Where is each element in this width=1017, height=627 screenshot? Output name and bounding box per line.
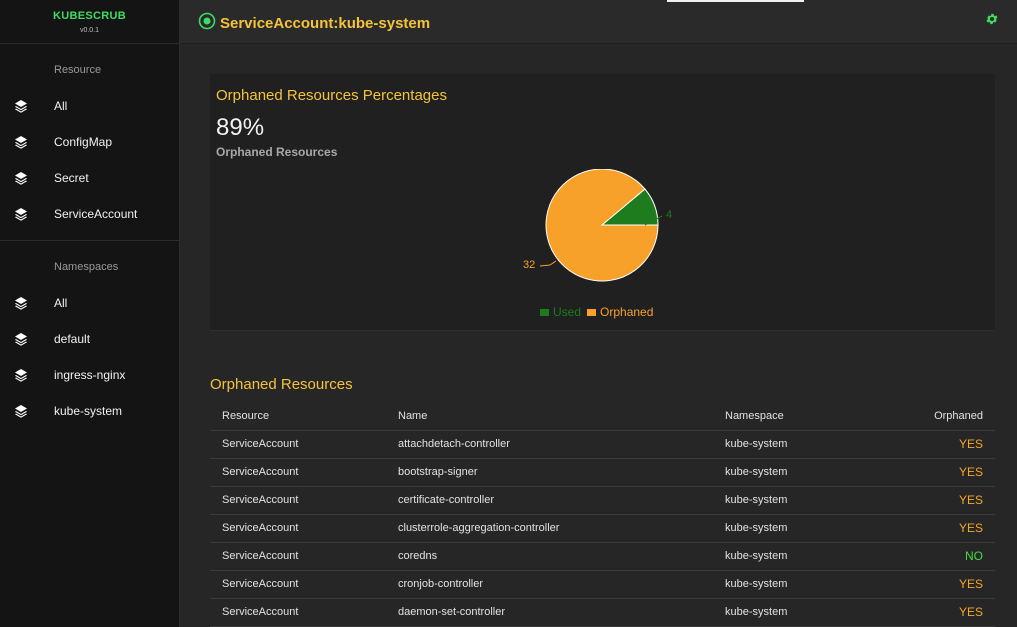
orphaned-cell: YES — [893, 458, 995, 487]
layers-icon — [0, 368, 54, 382]
resource-cell: ServiceAccount — [210, 430, 386, 459]
summary-subtitle: Orphaned Resources — [216, 145, 338, 159]
legend-label-orphaned: Orphaned — [600, 305, 654, 319]
app-root: KUBESCRUB v0.0.1 Resource All ConfigMap — [0, 0, 1017, 627]
sidebar: KUBESCRUB v0.0.1 Resource All ConfigMap — [0, 0, 180, 627]
name-cell: attachdetach-controller — [386, 430, 713, 459]
name-cell: clusterrole-aggregation-controller — [386, 514, 713, 543]
table-row[interactable]: ServiceAccount certificate-controller kube… — [210, 486, 995, 515]
orphaned-cell: NO — [893, 542, 995, 571]
sidebar-item-kube-system[interactable]: kube-system — [0, 393, 179, 429]
sidebar-item-default[interactable]: default — [0, 321, 179, 357]
summary-title: Orphaned Resources Percentages — [216, 87, 447, 104]
name-cell: bootstrap-signer — [386, 458, 713, 487]
legend-swatch-orphaned — [587, 308, 597, 316]
table-row[interactable]: ServiceAccount daemon-set-controller kube-… — [210, 598, 995, 627]
namespace-cell: kube-system — [713, 486, 893, 515]
table-title: Orphaned Resources — [210, 376, 353, 393]
table-header-row: Resource Name Namespace Orphaned — [210, 402, 995, 431]
name-cell: cronjob-controller — [386, 570, 713, 599]
sidebar-item-label: Secret — [54, 171, 89, 185]
sidebar-item-label: All — [54, 99, 68, 113]
namespace-cell: kube-system — [713, 542, 893, 571]
name-cell: coredns — [386, 542, 713, 571]
table-row[interactable]: ServiceAccount coredns kube-system NO — [210, 542, 995, 571]
layers-icon — [0, 171, 54, 185]
orphaned-cell: YES — [893, 598, 995, 627]
namespace-cell: kube-system — [713, 458, 893, 487]
layers-icon — [0, 207, 54, 221]
legend-orphaned[interactable]: Orphaned — [587, 305, 653, 319]
resource-cell: ServiceAccount — [210, 486, 386, 515]
resource-section: Resource All ConfigMap Secret ServiceAcc… — [0, 44, 179, 241]
orphaned-cell: YES — [893, 486, 995, 515]
sidebar-item-label: kube-system — [54, 404, 123, 418]
resource-heading: Resource — [54, 64, 102, 76]
orphaned-resources-table: Resource Name Namespace Orphaned Service… — [210, 402, 995, 627]
page-title: ServiceAccount:kube-system — [220, 15, 431, 32]
sidebar-item-secret[interactable]: Secret — [0, 160, 179, 196]
legend-swatch-used — [540, 308, 549, 316]
name-cell: certificate-controller — [386, 486, 713, 515]
sidebar-item-namespace-all[interactable]: All — [0, 285, 179, 321]
name-cell: daemon-set-controller — [386, 598, 713, 627]
column-header-namespace[interactable]: Namespace — [713, 402, 893, 431]
sidebar-item-serviceaccount[interactable]: ServiceAccount — [0, 196, 179, 232]
orphaned-percentage: 89% — [216, 114, 265, 141]
table-row[interactable]: ServiceAccount clusterrole-aggregation-co… — [210, 514, 995, 543]
chart-legend: Used Orphaned — [540, 305, 659, 319]
orphaned-cell: YES — [893, 430, 995, 459]
used-data-label: 4 — [666, 209, 672, 221]
sidebar-item-ingress-nginx[interactable]: ingress-nginx — [0, 357, 179, 393]
gear-icon[interactable] — [985, 12, 999, 31]
namespace-cell: kube-system — [713, 598, 893, 627]
layers-icon — [0, 99, 54, 113]
namespace-heading: Namespaces — [54, 261, 119, 273]
sidebar-item-label: All — [54, 296, 68, 310]
brand-name: KUBESCRUB — [53, 10, 126, 22]
column-header-orphaned[interactable]: Orphaned — [893, 402, 995, 431]
main-content: Orphaned Resources Percentages 89% Orpha… — [180, 44, 1017, 627]
legend-label-used: Used — [553, 305, 582, 319]
header: ServiceAccount:kube-system — [180, 0, 1017, 44]
resource-cell: ServiceAccount — [210, 542, 386, 571]
orphaned-cell: YES — [893, 514, 995, 543]
table-row[interactable]: ServiceAccount cronjob-controller kube-sys… — [210, 570, 995, 599]
layers-icon — [0, 404, 54, 418]
layers-icon — [0, 135, 54, 149]
legend-used[interactable]: Used — [540, 305, 581, 319]
sidebar-item-label: ServiceAccount — [54, 207, 138, 221]
orphaned-data-label: 32 — [523, 259, 535, 271]
brand[interactable]: KUBESCRUB v0.0.1 — [0, 0, 179, 44]
table-row[interactable]: ServiceAccount attachdetach-controller kub… — [210, 430, 995, 459]
pie-chart: 4 32 — [523, 169, 672, 282]
target-icon — [198, 12, 216, 35]
namespace-cell: kube-system — [713, 430, 893, 459]
sidebar-item-label: default — [54, 332, 91, 346]
sidebar-item-resource-all[interactable]: All — [0, 88, 179, 124]
namespace-cell: kube-system — [713, 514, 893, 543]
orphaned-label-leader — [539, 260, 557, 267]
resource-cell: ServiceAccount — [210, 514, 386, 543]
brand-version: v0.0.1 — [79, 27, 100, 34]
namespace-section: Namespaces All default ingress-nginx kub… — [0, 241, 179, 437]
sidebar-item-label: ConfigMap — [54, 135, 113, 149]
layers-icon — [0, 332, 54, 346]
resource-cell: ServiceAccount — [210, 570, 386, 599]
header-title-group: ServiceAccount:kube-system — [198, 12, 430, 35]
tab-indicator — [667, 0, 804, 2]
layers-icon — [0, 296, 54, 310]
column-header-name[interactable]: Name — [386, 402, 713, 431]
table-row[interactable]: ServiceAccount bootstrap-signer kube-syste… — [210, 458, 995, 487]
pie-slice-orphaned[interactable] — [545, 169, 659, 282]
resource-cell: ServiceAccount — [210, 458, 386, 487]
summary-card: Orphaned Resources Percentages 89% Orpha… — [210, 74, 995, 331]
namespace-cell: kube-system — [713, 570, 893, 599]
column-header-resource[interactable]: Resource — [210, 402, 386, 431]
orphaned-cell: YES — [893, 570, 995, 599]
resource-cell: ServiceAccount — [210, 598, 386, 627]
sidebar-item-configmap[interactable]: ConfigMap — [0, 124, 179, 160]
sidebar-item-label: ingress-nginx — [54, 368, 126, 382]
